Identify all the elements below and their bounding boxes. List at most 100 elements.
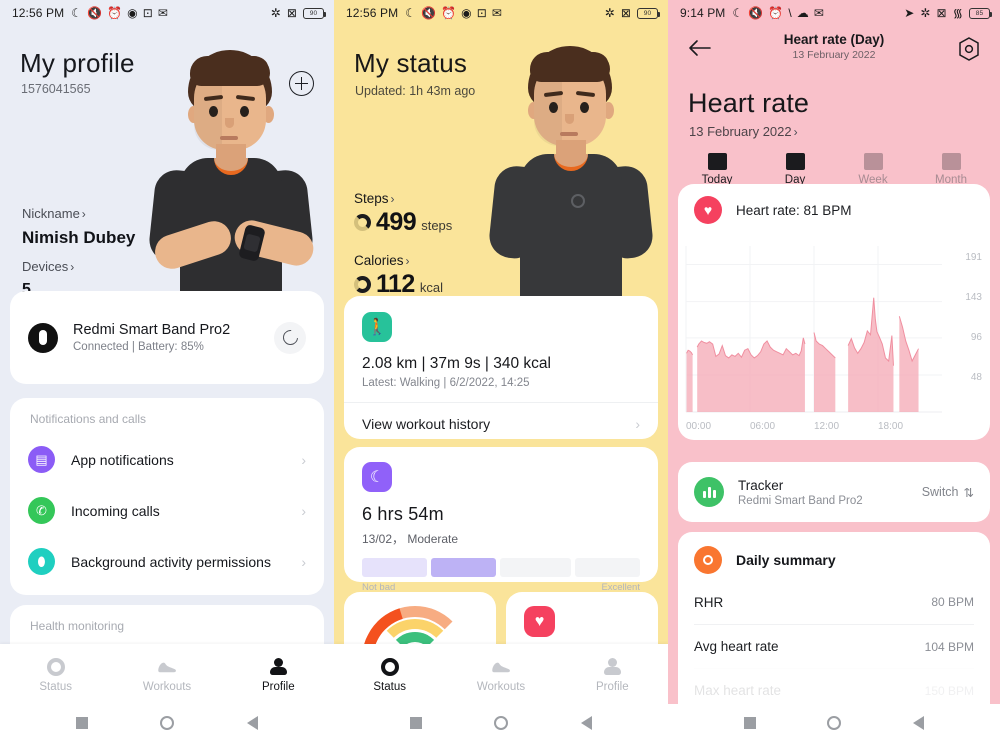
home-button[interactable] <box>827 715 842 730</box>
switch-label: Switch <box>921 485 959 499</box>
chevron-right-icon: › <box>81 207 86 221</box>
heart-rate-chart[interactable]: 191 143 96 48 00:00 06:00 12:00 18:00 <box>678 236 990 436</box>
system-nav-bar <box>668 704 1000 741</box>
backslash-icon: \ <box>788 6 792 20</box>
nav-item-workouts[interactable]: Workouts <box>111 656 222 693</box>
calories-block[interactable]: Calories › 112 kcal <box>354 253 443 299</box>
nav-label: Status <box>39 680 72 693</box>
screen-heart-rate: 9:14 PM ☾ 🔇 ⏰ \ ☁ ✉ ➤ ✲ ⊠ ᯾ 85 Heart rat… <box>668 0 1000 741</box>
page-date-text: 13 February 2022 <box>689 124 792 139</box>
calendar-check-icon <box>707 151 727 170</box>
row-background-activity[interactable]: ⬮ Background activity permissions › <box>10 536 324 587</box>
tab-week[interactable]: Week <box>834 151 912 186</box>
view-workout-history-link[interactable]: View workout history › <box>362 403 640 445</box>
status-bar-time: 9:14 PM <box>680 6 726 20</box>
nav-item-status[interactable]: Status <box>0 656 111 693</box>
cloud-icon: ☁ <box>796 6 809 20</box>
top-bar-subtitle: 13 February 2022 <box>792 49 876 61</box>
screen-status: 12:56 PM ☾ 🔇 ⏰ ◉ ⊡ ✉ ✲ ⊠ 90 My status Up… <box>334 0 668 741</box>
tracker-title: Tracker <box>738 477 784 493</box>
screenshot-root: 12:56 PM ☾ 🔇 ⏰ ◉ ⊡ ✉ ✲ ⊠ 90 My profile 1… <box>0 0 1000 741</box>
bluetooth-icon: ✲ <box>604 6 615 20</box>
sleep-detail: 13/02， Moderate <box>362 532 459 546</box>
health-monitoring-title: Health monitoring <box>30 619 125 633</box>
page-title: Heart rate <box>688 88 810 118</box>
chevron-right-icon: › <box>70 260 75 274</box>
nav-item-profile[interactable]: Profile <box>223 656 334 693</box>
tab-today[interactable]: Today <box>678 151 756 186</box>
sleep-duration: 6 hrs 54m <box>362 504 444 524</box>
page-title: My profile <box>20 48 135 78</box>
battery-icon: 90 <box>637 7 660 19</box>
tab-day[interactable]: Day <box>756 151 834 186</box>
page-date[interactable]: 13 February 2022 › <box>668 119 1000 139</box>
devices-label[interactable]: Devices › <box>22 259 74 274</box>
chevron-right-icon: › <box>301 451 306 468</box>
recents-button[interactable] <box>76 716 89 729</box>
back-button[interactable] <box>913 715 925 730</box>
y-tick-0: 191 <box>965 252 982 263</box>
sleep-quality-bars <box>362 558 641 577</box>
row-label: Background activity permissions <box>71 553 271 570</box>
mute-alarm-icon: 🔇 <box>87 6 103 20</box>
camera-icon: ◉ <box>461 6 472 20</box>
device-card[interactable]: Redmi Smart Band Pro2 Connected | Batter… <box>10 291 324 384</box>
nav-item-workouts[interactable]: Workouts <box>445 656 556 693</box>
y-tick-2: 96 <box>970 332 982 343</box>
chevron-right-icon: › <box>301 553 306 570</box>
notifications-section-title: Notifications and calls <box>30 412 147 426</box>
moon-icon: ☾ <box>732 6 744 20</box>
calories-label: Calories › <box>354 253 443 268</box>
picture-in-picture-icon: ⊡ <box>142 6 153 20</box>
row-incoming-calls[interactable]: ✆ Incoming calls › <box>10 485 324 536</box>
ring-icon <box>0 656 111 678</box>
chart-header: ♥ Heart rate: 81 BPM <box>678 184 990 224</box>
x-tick-1: 06:00 <box>750 421 776 432</box>
nav-label: Status <box>373 680 406 693</box>
wifi-icon: ᯾ <box>952 6 963 20</box>
bar-chart-icon <box>694 477 724 507</box>
bottom-nav: Status Workouts Profile <box>334 644 668 704</box>
tracker-card[interactable]: Tracker Redmi Smart Band Pro2 Switch ⇅ <box>678 462 990 522</box>
back-button[interactable] <box>246 715 258 730</box>
steps-block[interactable]: Steps › 499 steps <box>354 191 452 237</box>
back-button[interactable] <box>580 715 592 730</box>
home-button[interactable] <box>160 715 175 730</box>
person-icon <box>223 656 334 678</box>
settings-icon[interactable] <box>956 36 982 62</box>
battery-icon: 90 <box>303 7 326 19</box>
calories-donut-icon <box>354 276 371 293</box>
refresh-icon[interactable] <box>274 321 306 354</box>
nav-label: Profile <box>262 680 295 693</box>
summary-value: 80 BPM <box>931 595 974 609</box>
back-arrow-icon[interactable] <box>688 38 712 58</box>
row-app-notifications[interactable]: ▤ App notifications › <box>10 434 324 485</box>
recents-button[interactable] <box>743 716 756 729</box>
chevron-up-down-icon: ⇅ <box>963 485 974 500</box>
sleep-card[interactable]: ☾ 6 hrs 54m 13/02， Moderate Not bad Exce… <box>344 447 658 593</box>
user-id: 1576041565 <box>21 82 91 96</box>
top-bar-title: Heart rate (Day) <box>783 32 885 47</box>
heart-icon: ♥ <box>524 606 555 637</box>
steps-value: 499 <box>376 208 417 236</box>
person-icon <box>557 656 668 678</box>
nickname-label[interactable]: Nickname › <box>22 206 86 221</box>
mute-alarm-icon: 🔇 <box>421 6 437 20</box>
nickname-label-text: Nickname <box>22 206 80 221</box>
system-nav-bar <box>0 704 334 741</box>
workout-card[interactable]: 🚶 2.08 km | 37m 9s | 340 kcal Latest: Wa… <box>344 296 658 439</box>
alarm-icon: ⏰ <box>441 6 457 20</box>
chevron-right-icon: › <box>405 254 410 268</box>
home-button[interactable] <box>494 715 509 730</box>
recents-button[interactable] <box>410 716 423 729</box>
y-tick-3: 48 <box>970 372 982 383</box>
period-tabs: Today Day Week Month <box>668 151 1000 186</box>
steps-unit: steps <box>421 218 453 233</box>
daily-summary-card: Daily summary RHR 80 BPM Avg heart rate … <box>678 532 990 722</box>
tab-month[interactable]: Month <box>912 151 990 186</box>
profile-hero: My profile 1576041565 Nickname › Nimish … <box>0 26 334 348</box>
nav-item-status[interactable]: Status <box>334 656 445 693</box>
status-bar: 12:56 PM ☾ 🔇 ⏰ ◉ ⊡ ✉ ✲ ⊠ 90 <box>334 0 668 26</box>
nav-item-profile[interactable]: Profile <box>557 656 668 693</box>
switch-tracker-button[interactable]: Switch ⇅ <box>922 485 974 500</box>
